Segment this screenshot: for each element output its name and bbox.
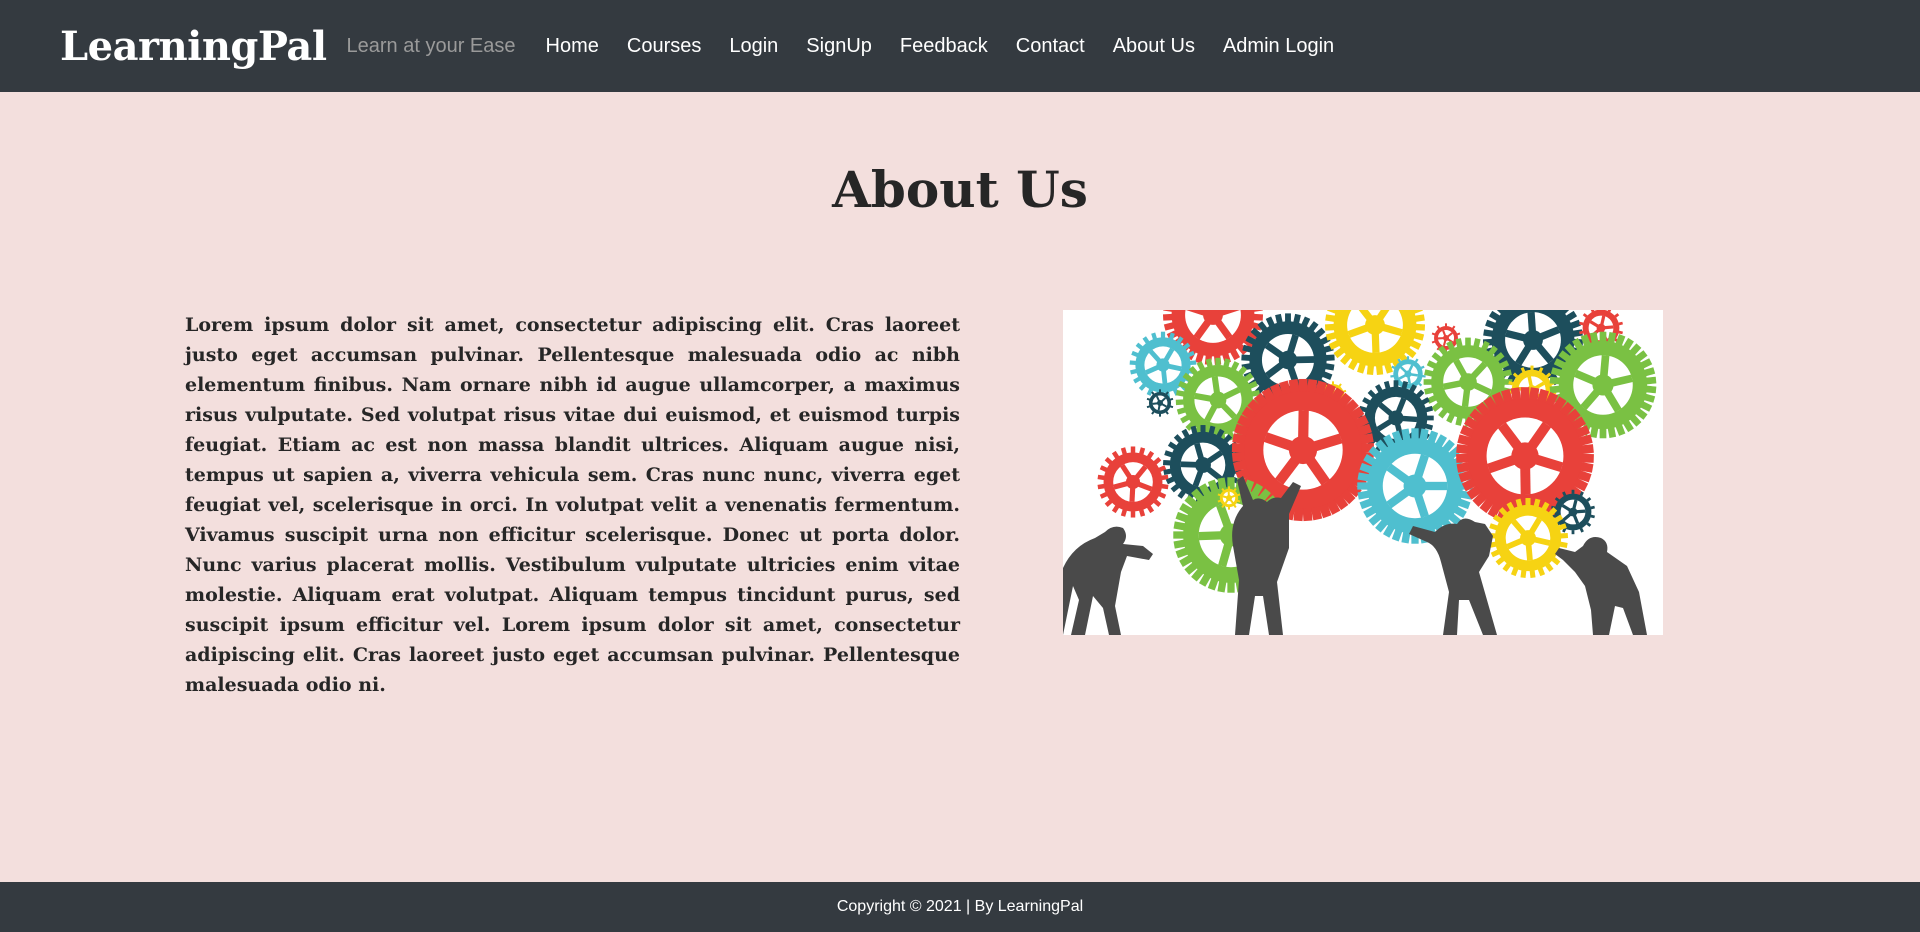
person-silhouette-icon (1409, 518, 1497, 635)
nav-link-home[interactable]: Home (546, 35, 599, 58)
navbar: LearningPal Learn at your Ease Home Cour… (0, 0, 1920, 92)
gears-illustration-svg (1063, 310, 1657, 635)
footer: Copyright © 2021 | By LearningPal (0, 882, 1920, 932)
copyright-text: Copyright © 2021 | By LearningPal (836, 898, 1084, 915)
nav-link-contact[interactable]: Contact (1016, 35, 1085, 58)
about-paragraph: Lorem ipsum dolor sit amet, consectetur … (185, 314, 960, 696)
tagline: Learn at your Ease (346, 34, 516, 57)
nav-link-admin-login[interactable]: Admin Login (1223, 35, 1334, 58)
teamwork-gears-illustration (1063, 310, 1663, 635)
person-silhouette-icon (1063, 526, 1153, 635)
nav-link-feedback[interactable]: Feedback (900, 35, 988, 58)
nav-link-login[interactable]: Login (729, 35, 778, 58)
nav-link-courses[interactable]: Courses (627, 35, 701, 58)
gear-icon (1487, 498, 1569, 578)
nav-link-signup[interactable]: SignUp (806, 35, 872, 58)
nav-links: Home Courses Login SignUp Feedback Conta… (532, 35, 1349, 58)
brand-logo[interactable]: LearningPal (60, 23, 327, 70)
nav-link-about-us[interactable]: About Us (1113, 35, 1195, 58)
page-title: About Us (832, 160, 1088, 219)
person-silhouette-icon (1555, 537, 1647, 635)
gear-icon (1097, 446, 1169, 518)
